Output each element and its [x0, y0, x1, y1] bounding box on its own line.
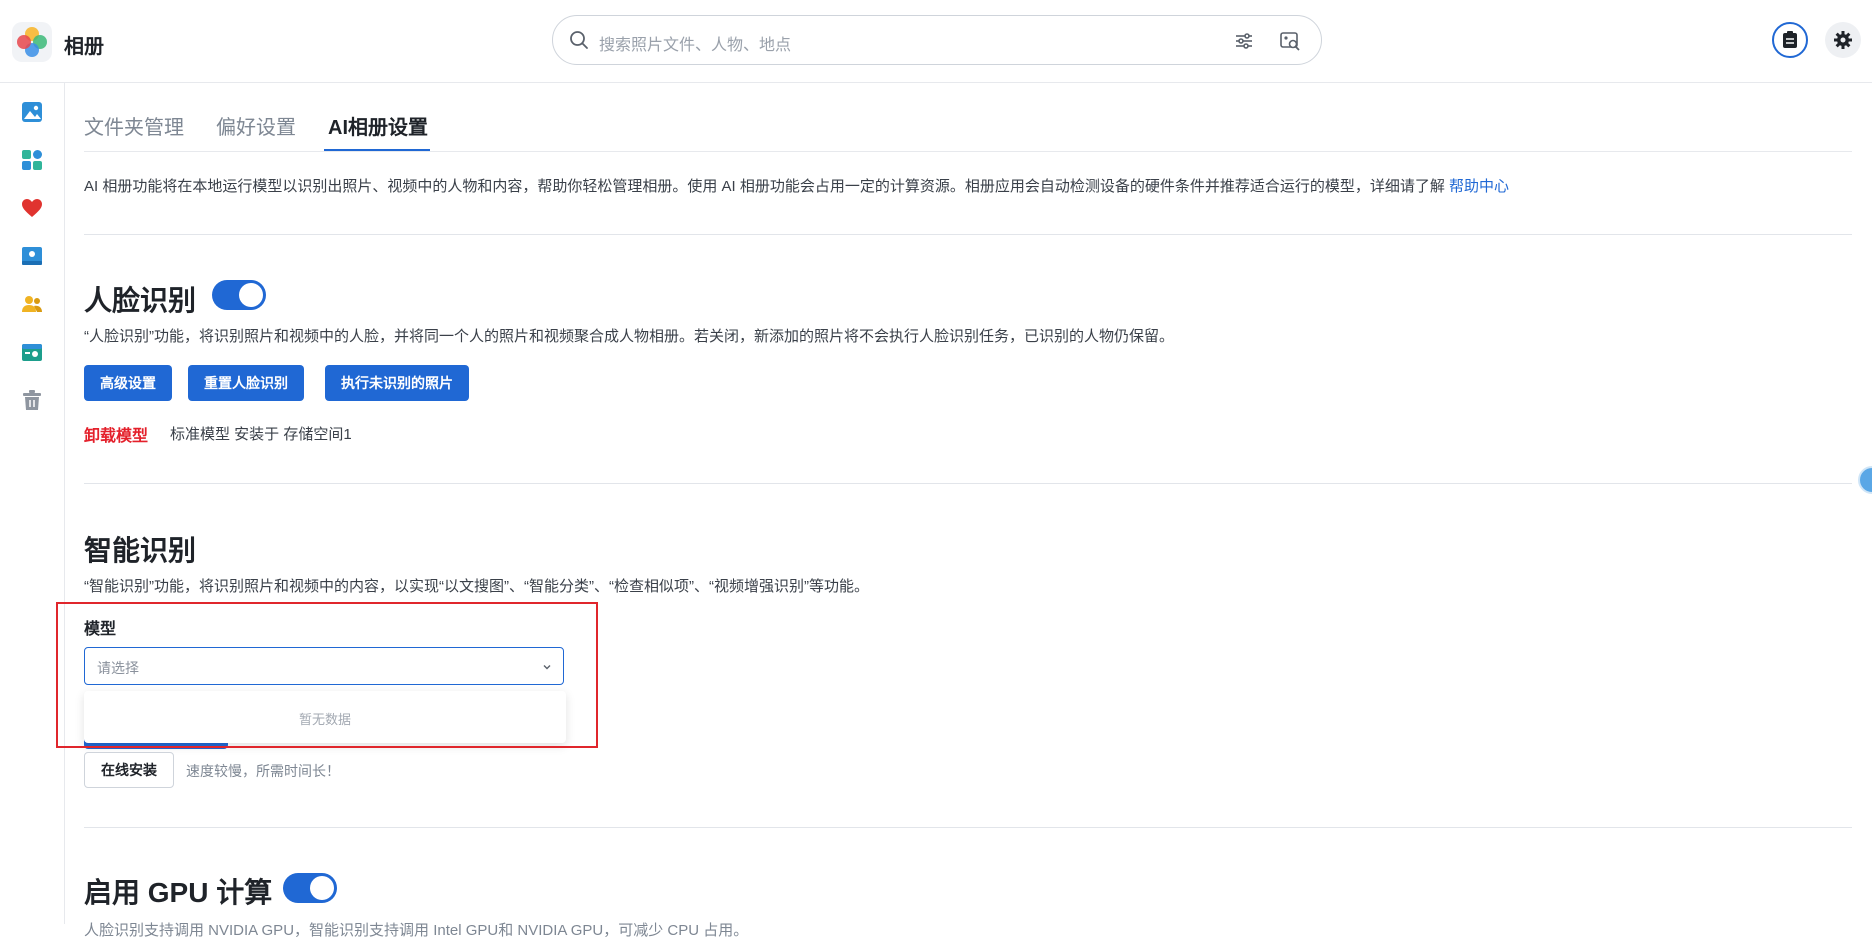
image-search-icon[interactable]: [1279, 30, 1301, 57]
favorites-icon[interactable]: [20, 196, 44, 220]
online-install-button[interactable]: 在线安装: [84, 752, 174, 788]
face-recognition-title: 人脸识别: [84, 285, 197, 316]
installed-model-info: 标准模型 安装于 存储空间1: [170, 426, 352, 443]
filter-sliders-icon[interactable]: [1233, 30, 1255, 57]
divider: [84, 827, 1852, 828]
gpu-compute-title: 启用 GPU 计算: [84, 877, 273, 908]
gpu-compute-description: 人脸识别支持调用 NVIDIA GPU，智能识别支持调用 Intel GPU和 …: [84, 922, 749, 939]
app-header: 相册 搜索照片文件、人物、地点: [0, 0, 1872, 83]
shared-album-icon[interactable]: [20, 244, 44, 268]
shared-space-icon[interactable]: [20, 340, 44, 364]
photos-icon[interactable]: [20, 100, 44, 124]
albums-icon[interactable]: [20, 148, 44, 172]
clipboard-icon: [1782, 31, 1798, 54]
divider: [84, 483, 1852, 484]
sidebar: [0, 83, 65, 924]
help-center-link[interactable]: 帮助中心: [1449, 178, 1509, 195]
search-icon: [569, 30, 589, 55]
app-title: 相册: [64, 36, 104, 58]
gpu-compute-toggle[interactable]: [283, 873, 337, 903]
face-recognition-toggle[interactable]: [212, 280, 266, 310]
smart-recognition-title: 智能识别: [84, 535, 197, 566]
reset-face-recognition-button[interactable]: 重置人脸识别: [188, 365, 304, 401]
floating-assistant-button[interactable]: [1858, 466, 1872, 494]
search-input[interactable]: 搜索照片文件、人物、地点: [599, 31, 791, 55]
photos-app-logo-icon: [12, 22, 52, 62]
install-note: 速度较慢，所需时间长！: [186, 763, 340, 779]
ai-intro-text: AI 相册功能将在本地运行模型以识别出照片、视频中的人物和内容，帮助你轻松管理相…: [84, 178, 1510, 195]
settings-button[interactable]: [1825, 22, 1861, 58]
notes-button[interactable]: [1772, 22, 1808, 58]
tab-preferences[interactable]: 偏好设置: [216, 111, 296, 140]
face-recognition-description: “人脸识别”功能，将识别照片和视频中的人脸，并将同一个人的照片和视频聚合成人物相…: [84, 328, 1174, 345]
people-icon[interactable]: [20, 292, 44, 316]
tab-folder-management[interactable]: 文件夹管理: [84, 111, 184, 140]
tab-ai-album-settings[interactable]: AI相册设置: [328, 111, 428, 140]
run-unrecognized-photos-button[interactable]: 执行未识别的照片: [325, 365, 469, 401]
divider: [84, 234, 1852, 235]
trash-icon[interactable]: [20, 388, 44, 412]
gear-icon: [1833, 30, 1853, 55]
settings-tabs: 文件夹管理 偏好设置 AI相册设置: [84, 83, 1852, 152]
smart-recognition-description: “智能识别”功能，将识别照片和视频中的内容，以实现“以文搜图”、“智能分类”、“…: [84, 578, 869, 595]
uninstall-model-link[interactable]: 卸载模型: [84, 422, 148, 446]
highlight-box: [56, 602, 598, 748]
advanced-settings-button[interactable]: 高级设置: [84, 365, 172, 401]
active-tab-indicator: [324, 149, 430, 151]
search-bar[interactable]: 搜索照片文件、人物、地点: [552, 15, 1322, 65]
